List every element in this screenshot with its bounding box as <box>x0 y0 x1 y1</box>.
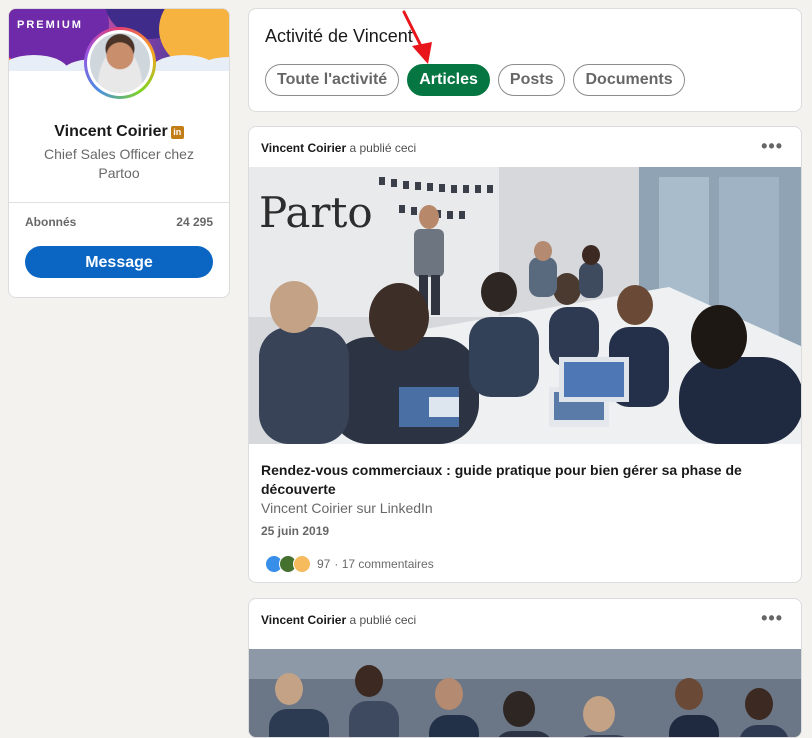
social-counts[interactable]: 97 · 17 commentaires <box>265 555 434 573</box>
followers-count: 24 295 <box>176 215 213 229</box>
post-author[interactable]: Vincent Coirier <box>261 141 346 155</box>
svg-text:Parto: Parto <box>259 188 373 237</box>
divider <box>9 202 229 203</box>
article-title[interactable]: Rendez-vous commerciaux : guide pratique… <box>261 461 781 499</box>
filter-documents[interactable]: Documents <box>573 64 685 96</box>
article-date: 25 juin 2019 <box>261 524 330 538</box>
post-author[interactable]: Vincent Coirier <box>261 613 346 627</box>
profile-photo <box>90 33 150 93</box>
comment-count[interactable]: · 17 commentaires <box>334 557 433 571</box>
insightful-icon <box>293 555 311 573</box>
more-options-icon[interactable]: ••• <box>761 609 783 627</box>
activity-filter-pills: Toute l'activité Articles Posts Document… <box>265 64 685 96</box>
filter-posts[interactable]: Posts <box>497 64 566 96</box>
message-button[interactable]: Message <box>25 246 213 278</box>
profile-name[interactable]: Vincent Coirier <box>54 123 168 140</box>
activity-title: Activité de Vincent <box>265 26 413 46</box>
avatar[interactable] <box>84 27 156 99</box>
post-card: Vincent Coirier a publié ceci ••• <box>248 598 802 738</box>
post-header: Vincent Coirier a publié ceci <box>261 141 416 155</box>
profile-name-row[interactable]: Vincent Coirier in <box>9 123 229 141</box>
activity-header-card: Activité de Vincent Toute l'activité Art… <box>248 8 802 112</box>
post-action: a publié ceci <box>349 613 417 627</box>
post-card: Vincent Coirier a publié ceci ••• Parto <box>248 126 802 583</box>
reaction-count[interactable]: 97 <box>317 557 330 571</box>
article-source: Vincent Coirier sur LinkedIn <box>261 500 433 516</box>
premium-label: PREMIUM <box>17 19 83 31</box>
linkedin-premium-icon: in <box>170 126 184 139</box>
filter-articles[interactable]: Articles <box>407 64 490 96</box>
post-header: Vincent Coirier a publié ceci <box>261 613 416 627</box>
post-action: a publié ceci <box>349 141 417 155</box>
followers-label: Abonnés <box>25 215 77 229</box>
more-options-icon[interactable]: ••• <box>761 137 783 155</box>
meeting-photo: Parto <box>249 167 801 444</box>
article-image[interactable]: Parto <box>249 167 801 444</box>
profile-headline: Chief Sales Officer chez Partoo <box>44 146 194 181</box>
team-photo <box>249 649 801 737</box>
profile-card: PREMIUM Vincent Coirier in Chief Sales Of… <box>8 8 230 298</box>
filter-all-activity[interactable]: Toute l'activité <box>265 64 400 96</box>
article-image[interactable] <box>249 649 801 737</box>
